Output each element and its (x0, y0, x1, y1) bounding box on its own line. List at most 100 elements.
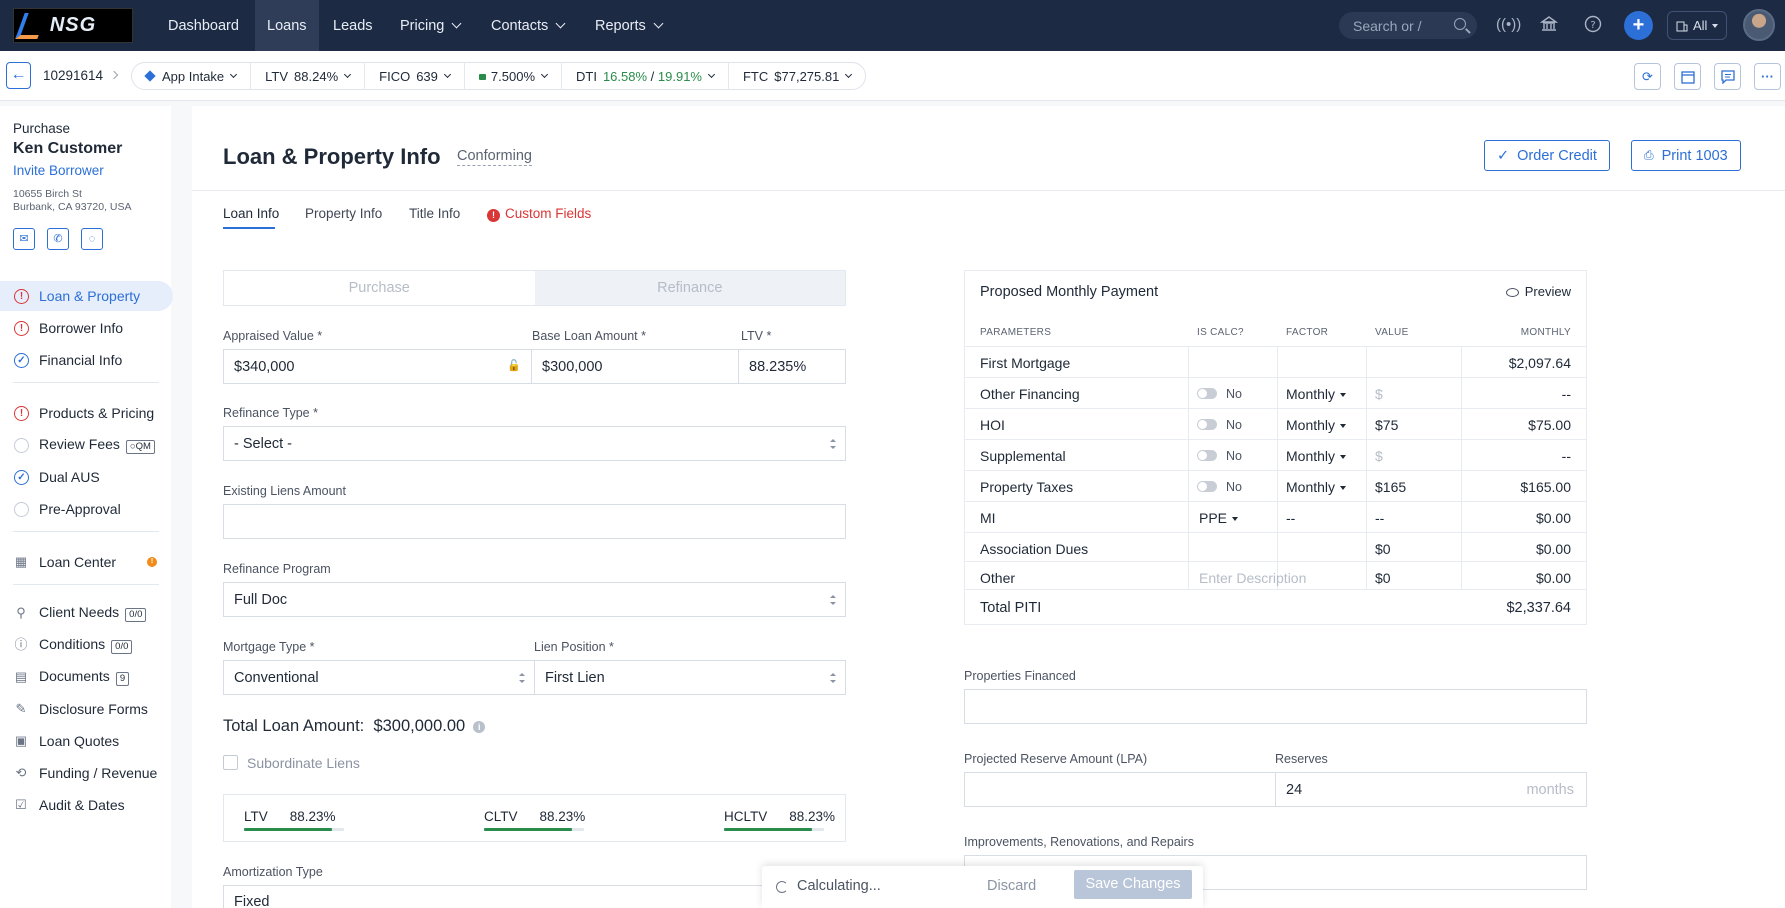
tab-property-info[interactable]: Property Info (305, 206, 382, 221)
nav-pricing[interactable]: Pricing (388, 0, 472, 51)
sidebar-item-borrower-info[interactable]: ! Borrower Info (0, 313, 171, 343)
value-input[interactable]: $ (1375, 448, 1383, 464)
calendar-icon[interactable] (1674, 63, 1701, 90)
email-icon[interactable]: ✉ (13, 228, 35, 250)
refinance-type-select[interactable]: - Select - (223, 426, 846, 461)
sidebar-item-dual-aus[interactable]: ✓ Dual AUS (0, 462, 171, 492)
calc-toggle[interactable] (1197, 419, 1217, 430)
sidebar-item-loan-property[interactable]: ! Loan & Property (0, 281, 173, 311)
sidebar-item-loan-center[interactable]: ▦ Loan Center! (0, 547, 171, 577)
lien-position-label: Lien Position * (534, 640, 614, 654)
comment-icon[interactable] (1714, 63, 1741, 90)
sidebar-item-loan-quotes[interactable]: ▣ Loan Quotes (0, 726, 171, 756)
preview-button[interactable]: Preview (1505, 284, 1571, 299)
reserve-amount-field[interactable] (964, 772, 1276, 807)
ratio-ltv: LTV 88.23% (244, 809, 336, 824)
sidebar-item-financial-info[interactable]: ✓ Financial Info (0, 345, 171, 375)
tab-custom-fields[interactable]: ! Custom Fields (487, 206, 591, 222)
factor-dropdown[interactable]: Monthly (1286, 386, 1347, 402)
unlock-icon[interactable]: 🔓 (507, 359, 521, 372)
value-input[interactable]: $165 (1375, 479, 1406, 495)
calc-toggle[interactable] (1197, 388, 1217, 399)
total-piti-row: Total PITI $2,337.64 (965, 589, 1586, 625)
reserves-field[interactable]: 24 months (1275, 772, 1587, 807)
appraised-value-field[interactable]: $340,000 🔓 (223, 349, 532, 384)
phone-icon[interactable]: ✆ (47, 228, 69, 250)
amortization-select[interactable]: Fixed (223, 885, 846, 908)
add-button[interactable]: + (1624, 11, 1653, 40)
tab-title-info[interactable]: Title Info (409, 206, 460, 221)
receipt-icon: ▣ (14, 733, 28, 748)
main-content: Loan & Property Info Conforming ✓ Order C… (192, 106, 1785, 908)
sidebar-item-funding-revenue[interactable]: ⟲ Funding / Revenue (0, 758, 171, 788)
factor-dropdown[interactable]: Monthly (1286, 417, 1347, 433)
help-icon[interactable]: ? (1583, 15, 1603, 35)
sidebar-item-disclosure-forms[interactable]: ✎ Disclosure Forms (0, 694, 171, 724)
dti-chip[interactable]: DTI 16.58% / 19.91% (562, 62, 729, 90)
loan-program-label[interactable]: Conforming (457, 148, 532, 166)
ltv-field[interactable]: 88.235% (738, 349, 846, 384)
ratio-cltv-bar (484, 828, 572, 831)
broadcast-icon[interactable]: ((•)) (1496, 15, 1521, 35)
sidebar-item-conditions[interactable]: ⓘ Conditions 0/0 (0, 630, 171, 660)
page-title: Loan & Property Info (223, 144, 441, 169)
lien-position-select[interactable]: First Lien (534, 660, 846, 695)
loan-number: 10291614 (43, 68, 104, 83)
invite-borrower-link[interactable]: Invite Borrower (13, 163, 104, 178)
subordinate-liens-checkbox[interactable] (223, 755, 238, 770)
bank-icon[interactable] (1539, 15, 1559, 35)
refresh-icon[interactable]: ⟳ (1634, 63, 1661, 90)
back-arrow-icon[interactable]: ← (6, 62, 31, 89)
purchase-option[interactable]: Purchase (224, 271, 535, 305)
tab-loan-info[interactable]: Loan Info (223, 206, 279, 221)
top-nav: NSG Dashboard Loans Leads Pricing Contac… (0, 0, 1785, 51)
ftc-chip[interactable]: FTC $77,275.81 (729, 62, 865, 90)
mi-source-dropdown[interactable]: PPE (1199, 510, 1239, 526)
building-icon (1676, 21, 1688, 31)
sidebar-item-pre-approval[interactable]: Pre-Approval (0, 494, 171, 524)
description-input[interactable]: Enter Description (1199, 570, 1306, 586)
factor-dropdown[interactable]: Monthly (1286, 479, 1347, 495)
mortgage-type-select[interactable]: Conventional (223, 660, 535, 695)
sidebar-item-audit-dates[interactable]: ☑ Audit & Dates (0, 790, 171, 820)
calc-toggle[interactable] (1197, 481, 1217, 492)
user-avatar[interactable] (1743, 9, 1775, 41)
print-1003-button[interactable]: ⎙ Print 1003 (1631, 140, 1741, 171)
nav-reports[interactable]: Reports (583, 0, 674, 51)
nav-loans[interactable]: Loans (255, 0, 319, 51)
stage-chip[interactable]: App Intake (132, 62, 252, 90)
calc-toggle[interactable] (1197, 450, 1217, 461)
value-input[interactable]: $ (1375, 386, 1383, 402)
properties-financed-field[interactable] (964, 689, 1587, 724)
refinance-program-select[interactable]: Full Doc (223, 582, 846, 617)
value-input[interactable]: $0 (1375, 570, 1391, 586)
refinance-option[interactable]: Refinance (534, 271, 845, 305)
more-icon[interactable]: ··· (1754, 63, 1781, 90)
nsg-logo[interactable]: NSG (13, 8, 133, 43)
reserve-amount-label: Projected Reserve Amount (LPA) (964, 752, 1148, 766)
existing-liens-field[interactable] (223, 504, 846, 539)
discard-button[interactable]: Discard (987, 878, 1036, 894)
value-input[interactable]: $75 (1375, 417, 1398, 433)
search-input[interactable]: Search or / (1339, 12, 1477, 39)
rate-chip[interactable]: 7.500% (465, 62, 562, 90)
calculating-status: Calculating... (797, 878, 881, 894)
base-loan-field[interactable]: $300,000 (531, 349, 739, 384)
sidebar-item-client-needs[interactable]: ⚲ Client Needs 0/0 (0, 598, 171, 628)
info-icon[interactable]: i (473, 720, 486, 733)
sidebar-item-review-fees[interactable]: Review Fees ○QM (0, 430, 171, 460)
sidebar-item-documents[interactable]: ▤ Documents 9 (0, 662, 171, 692)
chevron-right-icon (109, 70, 119, 80)
sidebar-item-products-pricing[interactable]: ! Products & Pricing (0, 398, 171, 428)
order-credit-button[interactable]: ✓ Order Credit (1484, 140, 1610, 171)
scope-dropdown[interactable]: All (1667, 11, 1727, 40)
fico-chip[interactable]: FICO 639 (365, 62, 465, 90)
factor-dropdown[interactable]: Monthly (1286, 448, 1347, 464)
nav-leads[interactable]: Leads (321, 0, 385, 51)
ltv-chip[interactable]: LTV 88.24% (251, 62, 366, 90)
nav-dashboard[interactable]: Dashboard (156, 0, 251, 51)
value-input[interactable]: $0 (1375, 541, 1391, 557)
chat-icon[interactable]: ◌ (81, 228, 103, 250)
nav-contacts[interactable]: Contacts (479, 0, 576, 51)
save-changes-button[interactable]: Save Changes (1074, 870, 1192, 899)
